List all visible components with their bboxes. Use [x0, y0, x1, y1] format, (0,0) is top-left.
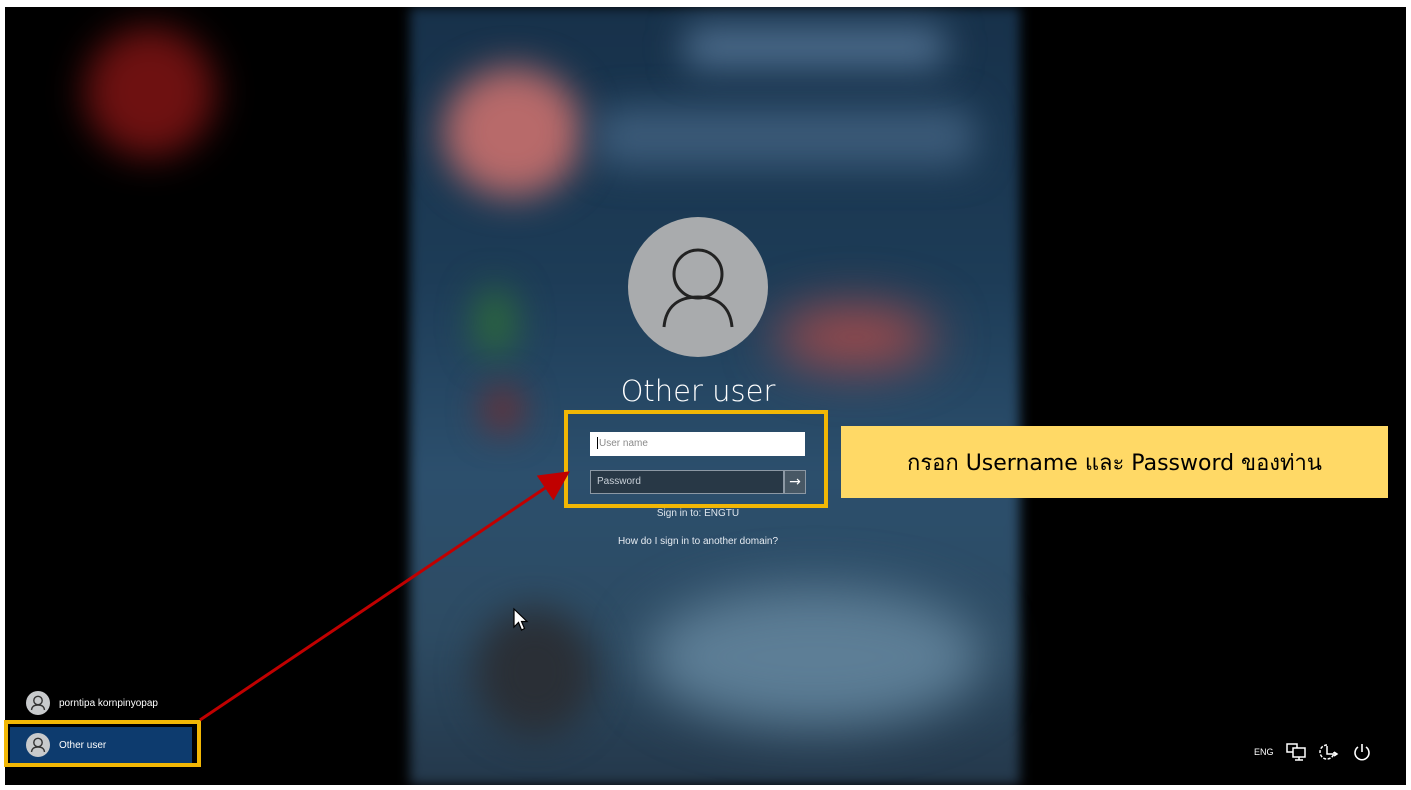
mouse-cursor-icon	[513, 607, 529, 631]
accessibility-icon[interactable]	[1318, 742, 1340, 762]
power-icon[interactable]	[1352, 742, 1372, 762]
other-domain-link[interactable]: How do I sign in to another domain?	[560, 536, 836, 547]
network-icon[interactable]	[1285, 743, 1306, 761]
avatar	[26, 691, 50, 715]
user-item-label: porntipa kornpinyopap	[59, 697, 158, 709]
user-icon	[30, 695, 46, 711]
instruction-callout: กรอก Username และ Password ของท่าน	[841, 426, 1388, 498]
system-tray: ENG	[1254, 742, 1384, 762]
credentials-highlight	[564, 410, 828, 508]
language-indicator[interactable]: ENG	[1254, 747, 1274, 757]
user-item-porntipa[interactable]: porntipa kornpinyopap	[10, 685, 192, 721]
sign-in-domain-text: Sign in to: ENGTU	[656, 508, 740, 519]
profile-avatar	[628, 217, 768, 357]
user-highlight	[4, 720, 201, 767]
profile-name: Other user	[620, 374, 776, 408]
user-icon	[662, 248, 734, 328]
